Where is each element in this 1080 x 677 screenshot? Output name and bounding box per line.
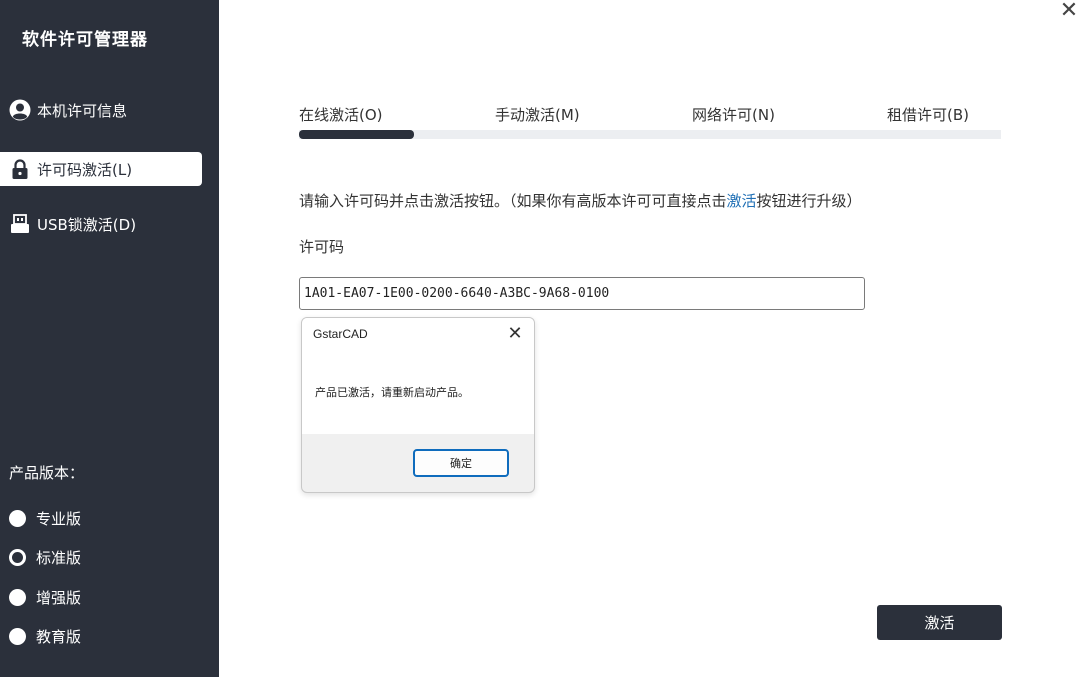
instruction-text-before: 请输入许可码并点击激活按钮。（如果你有高版本许可可直接点击	[299, 192, 727, 210]
license-code-label: 许可码	[299, 238, 345, 256]
version-radio-enhanced[interactable]: 增强版	[9, 587, 81, 608]
version-label: 增强版	[36, 589, 82, 607]
version-label: 专业版	[36, 510, 82, 528]
version-label: 教育版	[36, 628, 82, 646]
lock-icon	[9, 158, 31, 180]
tab-active-indicator	[299, 130, 414, 139]
activate-link[interactable]: 激活	[727, 192, 757, 210]
radio-button[interactable]	[9, 510, 26, 527]
message-dialog: GstarCAD ✕ 产品已激活，请重新启动产品。 确定	[301, 317, 535, 493]
dialog-title: GstarCAD	[313, 327, 368, 341]
activation-tabs: 在线激活(O) 手动激活(M) 网络许可(N) 租借许可(B)	[299, 104, 1001, 140]
radio-button[interactable]	[9, 628, 26, 645]
version-radio-education[interactable]: 教育版	[9, 626, 81, 647]
dialog-ok-button[interactable]: 确定	[413, 449, 509, 477]
radio-button[interactable]	[9, 589, 26, 606]
nav-item-label: 许可码激活(L)	[37, 160, 133, 179]
close-icon[interactable]: ✕	[1058, 0, 1080, 22]
version-label: 标准版	[36, 549, 82, 567]
nav-item-label: 本机许可信息	[37, 101, 128, 120]
nav-item-local-license-info[interactable]: 本机许可信息	[0, 93, 202, 127]
sidebar: 软件许可管理器 本机许可信息 许可码激活(L) USB锁激活(D) 产品版本： …	[0, 0, 219, 677]
nav-item-label: USB锁激活(D)	[37, 215, 137, 234]
dialog-body: 产品已激活，请重新启动产品。	[302, 352, 534, 434]
version-radio-standard[interactable]: 标准版	[9, 547, 81, 568]
dialog-message: 产品已激活，请重新启动产品。	[315, 386, 469, 399]
radio-button-selected[interactable]	[9, 549, 26, 566]
product-version-label: 产品版本：	[9, 464, 85, 482]
tab-online-activation[interactable]: 在线激活(O)	[299, 104, 383, 125]
license-code-input[interactable]	[299, 277, 865, 310]
instruction-text: 请输入许可码并点击激活按钮。（如果你有高版本许可可直接点击激活按钮进行升级）	[299, 190, 862, 211]
version-radio-professional[interactable]: 专业版	[9, 508, 81, 529]
app-title: 软件许可管理器	[22, 30, 148, 50]
tab-borrow-license[interactable]: 租借许可(B)	[887, 104, 969, 125]
dialog-close-icon[interactable]: ✕	[506, 323, 524, 345]
nav-item-license-code-activation[interactable]: 许可码激活(L)	[0, 152, 202, 186]
instruction-text-after: 按钮进行升级）	[756, 192, 862, 210]
dialog-header: GstarCAD ✕	[302, 318, 534, 352]
tab-manual-activation[interactable]: 手动激活(M)	[495, 104, 580, 125]
activate-button[interactable]: 激活	[877, 605, 1002, 640]
tab-network-license[interactable]: 网络许可(N)	[692, 104, 775, 125]
nav-item-usb-lock-activation[interactable]: USB锁激活(D)	[0, 207, 202, 241]
user-icon	[9, 99, 31, 121]
usb-drive-icon	[9, 213, 31, 235]
